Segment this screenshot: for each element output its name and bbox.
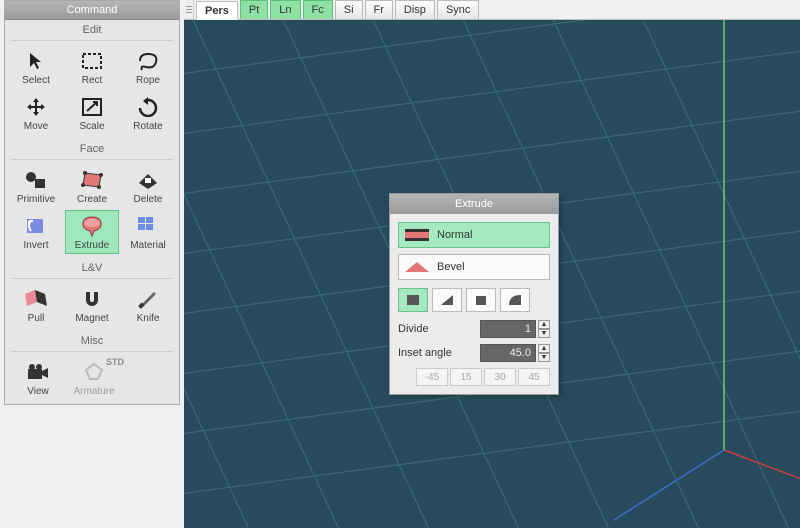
tool-rect[interactable]: Rect bbox=[65, 45, 119, 89]
tab-si[interactable]: Si bbox=[335, 0, 363, 19]
tool-rope[interactable]: Rope bbox=[121, 45, 175, 89]
create-face-icon bbox=[76, 168, 108, 192]
command-panel-title: Command bbox=[5, 1, 179, 20]
camera-icon bbox=[22, 360, 54, 384]
extrude-popup[interactable]: Extrude Normal Bevel Divide 1 ▲▼ Inset a… bbox=[389, 193, 559, 395]
tab-drag-handle[interactable] bbox=[184, 0, 194, 19]
axis-x bbox=[724, 450, 800, 480]
inset-input[interactable]: 45.0 bbox=[480, 344, 536, 362]
tool-select[interactable]: Select bbox=[9, 45, 63, 89]
lasso-icon bbox=[132, 49, 164, 73]
inset-label: Inset angle bbox=[398, 347, 480, 359]
section-title-misc: Misc bbox=[5, 331, 179, 349]
divide-label: Divide bbox=[398, 323, 480, 335]
extrude-option-bevel[interactable]: Bevel bbox=[398, 254, 550, 280]
divide-input[interactable]: 1 bbox=[480, 320, 536, 338]
tool-create[interactable]: Create bbox=[65, 164, 119, 208]
tool-move[interactable]: Move bbox=[9, 91, 63, 135]
tool-material[interactable]: Material bbox=[121, 210, 175, 254]
tool-armature: STD Armature bbox=[67, 356, 121, 400]
section-title-edit: Edit bbox=[5, 20, 179, 38]
shape-square[interactable] bbox=[466, 288, 496, 312]
quick-angle-30[interactable]: 30 bbox=[484, 368, 516, 386]
extrude-popup-title: Extrude bbox=[390, 194, 558, 214]
tab-pers[interactable]: Pers bbox=[196, 1, 238, 20]
shape-slope-left[interactable] bbox=[432, 288, 462, 312]
primitive-icon bbox=[20, 168, 52, 192]
material-icon bbox=[132, 214, 164, 238]
axis-z bbox=[614, 450, 724, 520]
tab-pt[interactable]: Pt bbox=[240, 0, 268, 19]
divide-down[interactable]: ▼ bbox=[538, 329, 550, 338]
tool-extrude[interactable]: Extrude bbox=[65, 210, 119, 254]
extrude-icon bbox=[76, 214, 108, 238]
view-tabs: Pers Pt Ln Fc Si Fr Disp Sync bbox=[184, 0, 800, 20]
knife-icon bbox=[132, 287, 164, 311]
pull-icon bbox=[20, 287, 52, 311]
tool-pull[interactable]: Pull bbox=[9, 283, 63, 327]
bevel-swatch-icon bbox=[405, 262, 429, 272]
tool-view[interactable]: View bbox=[11, 356, 65, 400]
divide-up[interactable]: ▲ bbox=[538, 320, 550, 329]
scale-icon bbox=[76, 95, 108, 119]
tool-rotate[interactable]: Rotate bbox=[121, 91, 175, 135]
tool-primitive[interactable]: Primitive bbox=[9, 164, 63, 208]
quick-angle-15[interactable]: 15 bbox=[450, 368, 482, 386]
tool-invert[interactable]: Invert bbox=[9, 210, 63, 254]
rotate-icon bbox=[132, 95, 164, 119]
tool-delete[interactable]: Delete bbox=[121, 164, 175, 208]
tab-fr[interactable]: Fr bbox=[365, 0, 393, 19]
tab-disp[interactable]: Disp bbox=[395, 0, 435, 19]
quick-angle-45[interactable]: 45 bbox=[518, 368, 550, 386]
tab-ln[interactable]: Ln bbox=[270, 0, 300, 19]
quick-angle-n45[interactable]: -45 bbox=[416, 368, 448, 386]
delete-icon bbox=[132, 168, 164, 192]
inset-up[interactable]: ▲ bbox=[538, 344, 550, 353]
tab-sync[interactable]: Sync bbox=[437, 0, 479, 19]
section-title-lv: L&V bbox=[5, 258, 179, 276]
invert-icon bbox=[20, 214, 52, 238]
normal-swatch-icon bbox=[405, 229, 429, 241]
tool-scale[interactable]: Scale bbox=[65, 91, 119, 135]
rect-select-icon bbox=[76, 49, 108, 73]
cursor-icon bbox=[20, 49, 52, 73]
tool-magnet[interactable]: Magnet bbox=[65, 283, 119, 327]
extrude-option-normal[interactable]: Normal bbox=[398, 222, 550, 248]
shape-curve[interactable] bbox=[500, 288, 530, 312]
section-title-face: Face bbox=[5, 139, 179, 157]
inset-down[interactable]: ▼ bbox=[538, 353, 550, 362]
move-icon bbox=[20, 95, 52, 119]
std-badge: STD bbox=[106, 357, 124, 367]
shape-flat[interactable] bbox=[398, 288, 428, 312]
extrude-shape-row bbox=[398, 286, 550, 314]
tool-knife[interactable]: Knife bbox=[121, 283, 175, 327]
magnet-icon bbox=[76, 287, 108, 311]
tab-fc[interactable]: Fc bbox=[303, 0, 333, 19]
